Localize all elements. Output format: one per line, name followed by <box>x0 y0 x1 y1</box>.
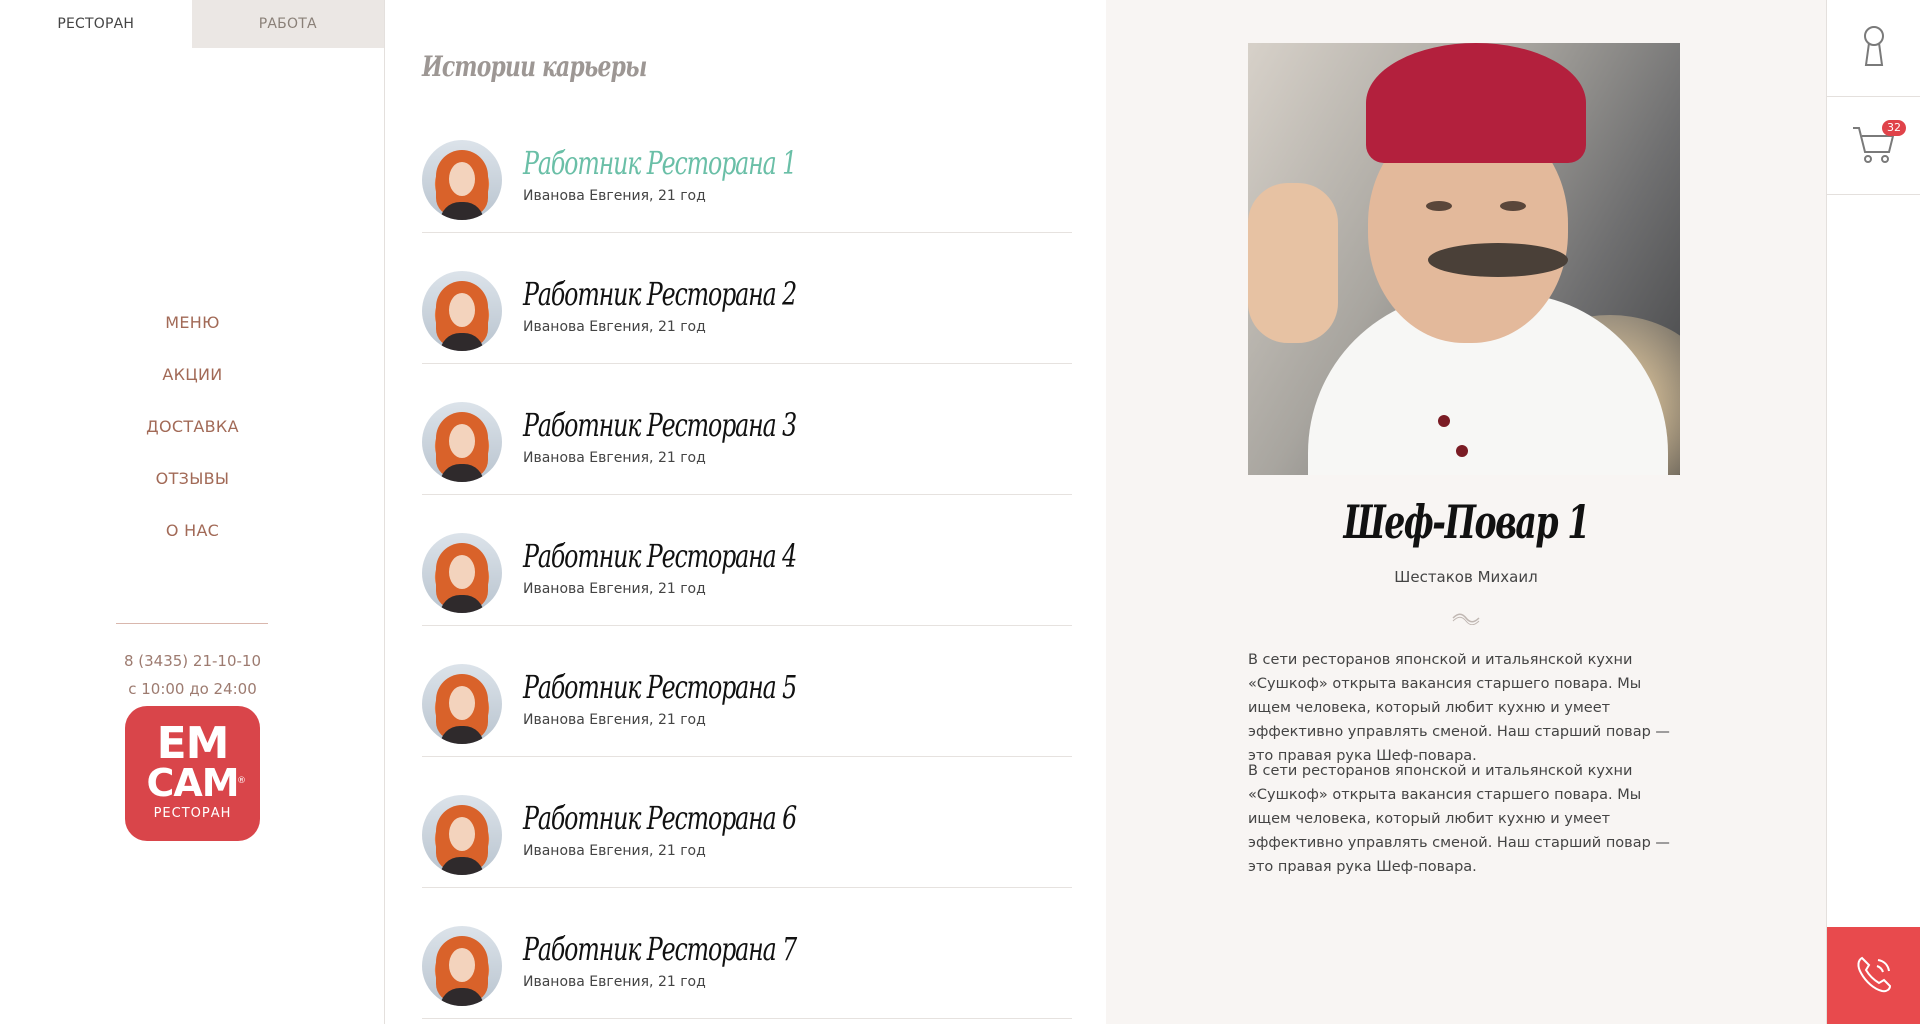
story-subtitle: Иванова Евгения, 21 год <box>523 712 706 728</box>
nav-item-menu[interactable]: МЕНЮ <box>0 308 385 360</box>
story-item-7[interactable]: Работник Ресторана 7 Иванова Евгения, 21… <box>422 888 1072 1019</box>
story-title[interactable]: Работник Ресторана 5 <box>523 668 797 706</box>
story-item-5[interactable]: Работник Ресторана 5 Иванова Евгения, 21… <box>422 626 1072 757</box>
utility-bar: 32 <box>1826 0 1920 1024</box>
sidebar-divider <box>116 623 268 624</box>
list-title: Истории карьеры <box>422 50 647 83</box>
story-item-2[interactable]: Работник Ресторана 2 Иванова Евгения, 21… <box>422 233 1072 364</box>
logo-line-3: РЕСТОРАН <box>153 806 232 821</box>
sidebar: РЕСТОРАН РАБОТА МЕНЮ АКЦИИ ДОСТАВКА ОТЗЫ… <box>0 0 385 1024</box>
nav-item-about[interactable]: О НАС <box>0 516 385 568</box>
keyhole-icon <box>1860 25 1888 71</box>
tab-work[interactable]: РАБОТА <box>191 0 384 48</box>
story-item-3[interactable]: Работник Ресторана 3 Иванова Евгения, 21… <box>422 364 1072 495</box>
story-title[interactable]: Работник Ресторана 1 <box>523 144 797 182</box>
story-title[interactable]: Работник Ресторана 7 <box>523 930 797 968</box>
story-subtitle: Иванова Евгения, 21 год <box>523 319 706 335</box>
story-item-4[interactable]: Работник Ресторана 4 Иванова Евгения, 21… <box>422 495 1072 626</box>
story-avatar <box>422 140 502 220</box>
brand-logo[interactable]: EM CAM ® РЕСТОРАН <box>125 706 260 841</box>
account-button[interactable] <box>1827 0 1920 97</box>
nav-item-reviews[interactable]: ОТЗЫВЫ <box>0 464 385 516</box>
story-subtitle: Иванова Евгения, 21 год <box>523 188 706 204</box>
career-stories-list: Истории карьеры Работник Ресторана 1 Ива… <box>386 0 1106 1024</box>
story-title[interactable]: Работник Ресторана 4 <box>523 537 797 575</box>
detail-title: Шеф-Повар 1 <box>1343 495 1590 549</box>
logo-line-1: EM <box>156 718 230 769</box>
story-title[interactable]: Работник Ресторана 2 <box>523 275 797 313</box>
decorative-squiggle-icon <box>1451 606 1481 630</box>
opening-hours: с 10:00 до 24:00 <box>128 680 257 698</box>
story-avatar <box>422 533 502 613</box>
story-avatar <box>422 795 502 875</box>
story-item-6[interactable]: Работник Ресторана 6 Иванова Евгения, 21… <box>422 757 1072 888</box>
chef-photo <box>1248 43 1680 475</box>
story-avatar <box>422 402 502 482</box>
detail-paragraph-1: В сети ресторанов японской и итальянской… <box>1248 652 1670 764</box>
logo-registered-mark: ® <box>237 776 246 786</box>
detail-person-name: Шестаков Михаил <box>1394 568 1538 586</box>
story-title[interactable]: Работник Ресторана 3 <box>523 406 797 444</box>
story-subtitle: Иванова Евгения, 21 год <box>523 581 706 597</box>
story-item-1[interactable]: Работник Ресторана 1 Иванова Евгения, 21… <box>422 102 1072 233</box>
story-avatar <box>422 271 502 351</box>
story-detail: Шеф-Повар 1 Шестаков Михаил В сети ресто… <box>1106 0 1826 1024</box>
story-subtitle: Иванова Евгения, 21 год <box>523 843 706 859</box>
cart-button[interactable]: 32 <box>1827 98 1920 195</box>
main-nav: МЕНЮ АКЦИИ ДОСТАВКА ОТЗЫВЫ О НАС <box>0 308 385 568</box>
story-avatar <box>422 664 502 744</box>
story-title[interactable]: Работник Ресторана 6 <box>523 799 797 837</box>
top-tabs: РЕСТОРАН РАБОТА <box>0 0 384 48</box>
call-button[interactable] <box>1827 927 1920 1024</box>
story-avatar <box>422 926 502 1006</box>
contact-phone[interactable]: 8 (3435) 21-10-10 <box>0 652 385 670</box>
story-subtitle: Иванова Евгения, 21 год <box>523 974 706 990</box>
story-subtitle: Иванова Евгения, 21 год <box>523 450 706 466</box>
phone-icon <box>1852 952 1896 1000</box>
detail-paragraph-2: В сети ресторанов японской и итальянской… <box>1248 763 1670 875</box>
nav-item-delivery[interactable]: ДОСТАВКА <box>0 412 385 464</box>
tab-restaurant[interactable]: РЕСТОРАН <box>0 0 192 48</box>
cart-count-badge: 32 <box>1882 120 1906 136</box>
nav-item-promotions[interactable]: АКЦИИ <box>0 360 385 412</box>
